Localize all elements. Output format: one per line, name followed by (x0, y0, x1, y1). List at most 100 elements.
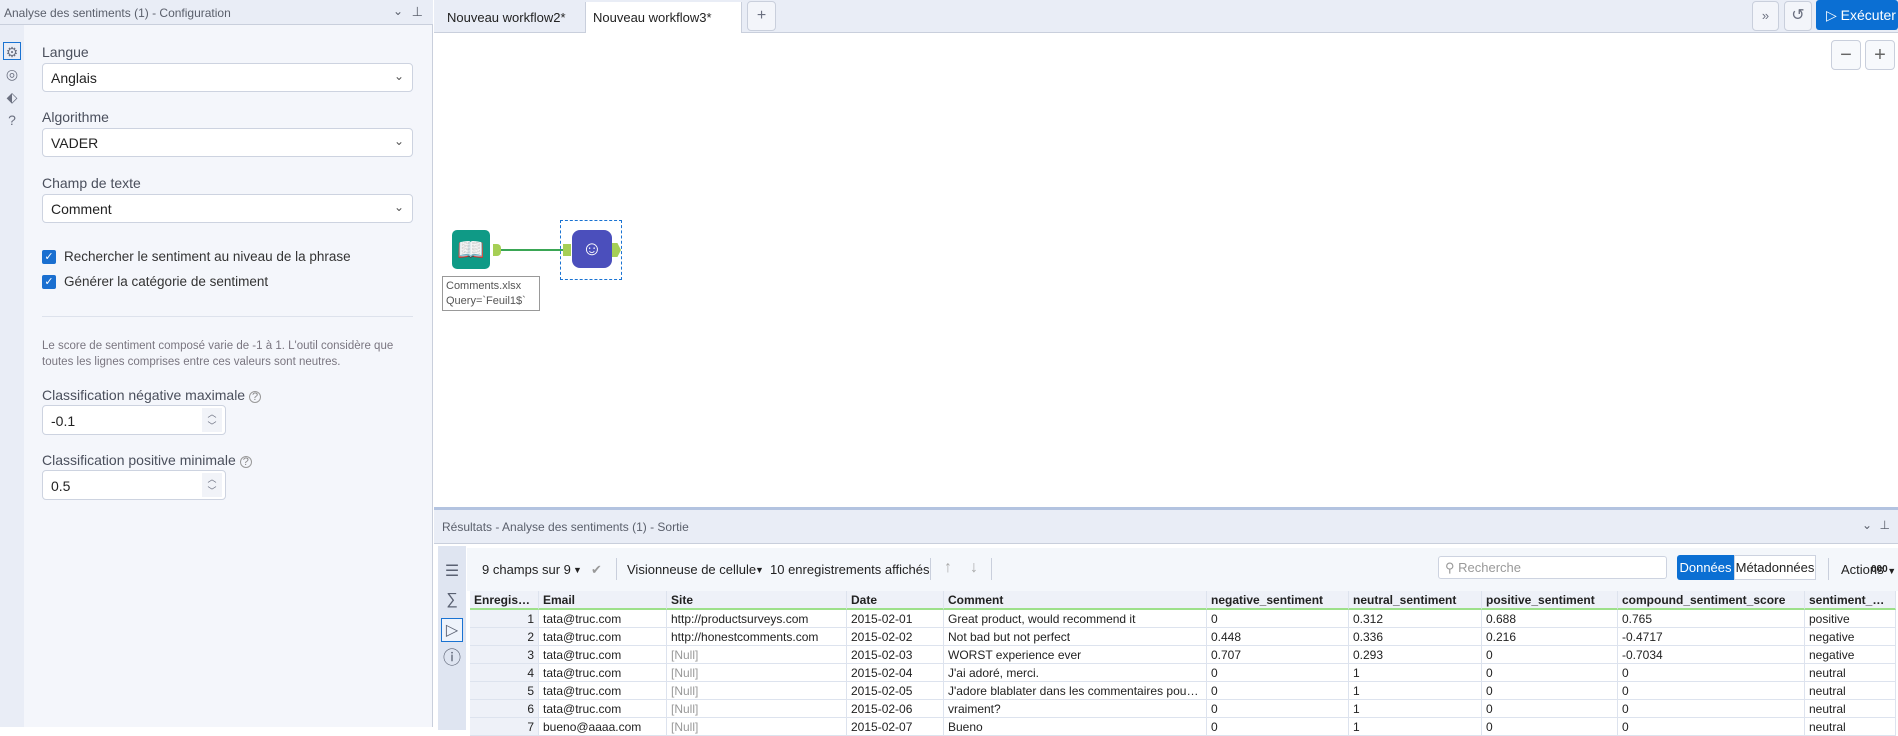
cell-viewer-selector[interactable]: Visionneuse de cellule (627, 562, 756, 577)
table-cell[interactable]: vraiment? (944, 700, 1207, 717)
table-cell[interactable]: 0.688 (1482, 610, 1618, 627)
table-cell[interactable]: negative (1805, 628, 1896, 645)
table-cell[interactable]: http://honestcomments.com (667, 628, 847, 645)
input-data-tool[interactable]: 📖 (452, 230, 490, 269)
column-header[interactable]: Site (667, 591, 847, 610)
table-cell[interactable]: 2015-02-06 (847, 700, 944, 717)
table-cell[interactable]: [Null] (667, 700, 847, 717)
table-cell[interactable]: 0 (1482, 646, 1618, 663)
table-cell[interactable]: 0.293 (1349, 646, 1482, 663)
table-cell[interactable]: negative (1805, 646, 1896, 663)
expand-icon[interactable]: » (1752, 1, 1779, 31)
more-options-button[interactable]: 000 (1871, 564, 1888, 575)
table-cell[interactable]: 0 (1207, 664, 1349, 681)
table-cell[interactable]: 0.448 (1207, 628, 1349, 645)
table-cell[interactable]: [Null] (667, 682, 847, 699)
stepper-icon[interactable]: ︿ ﹀ (202, 408, 222, 432)
table-cell[interactable]: tata@truc.com (539, 682, 667, 699)
help-icon[interactable]: ? (249, 391, 262, 403)
table-cell[interactable]: J'ai adoré, merci. (944, 664, 1207, 681)
tag-icon[interactable]: ⬖ (3, 88, 21, 106)
table-cell[interactable]: tata@truc.com (539, 628, 667, 645)
positive-threshold-input[interactable]: 0.5 ︿ ﹀ (42, 470, 226, 500)
column-header[interactable]: positive_sentiment (1482, 591, 1618, 610)
algorithm-select[interactable]: VADER ⌄ (42, 128, 413, 157)
sentiment-analysis-tool[interactable]: ☺ (572, 230, 612, 268)
help-icon[interactable]: ⓘ (441, 646, 463, 670)
table-cell[interactable]: 1 (1349, 682, 1482, 699)
caret-down-icon[interactable]: ▼ (573, 565, 582, 575)
table-cell[interactable]: 0 (1207, 610, 1349, 627)
tab-workflow2[interactable]: Nouveau workflow2* (440, 2, 586, 33)
table-cell[interactable]: 2015-02-05 (847, 682, 944, 699)
table-cell[interactable]: 6 (470, 700, 539, 717)
run-button[interactable]: ▷ Exécuter (1816, 0, 1898, 30)
negative-threshold-input[interactable]: -0.1 ︿ ﹀ (42, 405, 226, 435)
add-tab-button[interactable]: + (747, 1, 776, 31)
sigma-icon[interactable]: ∑ (441, 588, 463, 612)
table-cell[interactable]: [Null] (667, 664, 847, 681)
sentence-level-checkbox[interactable]: ✓ Rechercher le sentiment au niveau de la… (42, 249, 351, 264)
tab-workflow3[interactable]: Nouveau workflow3* (586, 2, 742, 33)
arrow-down-icon[interactable]: ↓ (970, 559, 978, 577)
table-cell[interactable]: 0.707 (1207, 646, 1349, 663)
column-header[interactable]: negative_sentiment (1207, 591, 1349, 610)
column-header[interactable]: Date (847, 591, 944, 610)
zoom-in-button[interactable]: + (1865, 40, 1895, 70)
table-cell[interactable]: 4 (470, 664, 539, 681)
language-select[interactable]: Anglais ⌄ (42, 63, 413, 92)
column-header[interactable]: Comment (944, 591, 1207, 610)
column-header[interactable]: sentiment_categ (1805, 591, 1896, 610)
table-cell[interactable]: 0.765 (1618, 610, 1805, 627)
column-header[interactable]: Enregistr... (470, 591, 539, 610)
check-icon[interactable]: ✔ (591, 562, 602, 578)
table-cell[interactable]: 0 (1482, 682, 1618, 699)
data-view-button[interactable]: Données (1677, 555, 1734, 580)
table-cell[interactable]: tata@truc.com (539, 610, 667, 627)
table-cell[interactable]: 2015-02-03 (847, 646, 944, 663)
column-header[interactable]: Email (539, 591, 667, 610)
table-cell[interactable]: 2 (470, 628, 539, 645)
table-cell[interactable]: 0.312 (1349, 610, 1482, 627)
table-cell[interactable]: 0 (1618, 664, 1805, 681)
table-cell[interactable]: 0 (1618, 682, 1805, 699)
table-cell[interactable]: 1 (1349, 700, 1482, 717)
table-cell[interactable]: [Null] (667, 646, 847, 663)
table-cell[interactable]: tata@truc.com (539, 664, 667, 681)
table-cell[interactable]: tata@truc.com (539, 700, 667, 717)
table-cell[interactable]: 2015-02-04 (847, 664, 944, 681)
search-input[interactable]: ⚲ Recherche (1438, 556, 1667, 579)
category-checkbox[interactable]: ✓ Générer la catégorie de sentiment (42, 274, 268, 289)
list-icon[interactable]: ☰ (441, 560, 463, 584)
table-cell[interactable]: 1 (1349, 664, 1482, 681)
table-cell[interactable]: 5 (470, 682, 539, 699)
table-cell[interactable]: 1 (470, 610, 539, 627)
output-anchor[interactable] (493, 244, 501, 256)
table-cell[interactable]: positive (1805, 610, 1896, 627)
help-icon[interactable]: ? (3, 111, 21, 129)
metadata-view-button[interactable]: Métadonnées (1734, 555, 1816, 580)
table-cell[interactable]: 3 (470, 646, 539, 663)
caret-down-icon[interactable]: ▼ (755, 565, 764, 575)
history-icon[interactable]: ↺ (1784, 1, 1812, 31)
table-cell[interactable]: tata@truc.com (539, 646, 667, 663)
table-cell[interactable]: http://productsurveys.com (667, 610, 847, 627)
table-cell[interactable]: WORST experience ever (944, 646, 1207, 663)
collapse-icon[interactable]: ⌄ (393, 4, 403, 18)
connection-icon[interactable]: ◎ (3, 65, 21, 83)
table-cell[interactable]: J'adore blablater dans les commentaires … (944, 682, 1207, 699)
table-cell[interactable]: 0 (1482, 700, 1618, 717)
input-anchor[interactable] (563, 244, 571, 256)
table-cell[interactable]: neutral (1805, 682, 1896, 699)
zoom-out-button[interactable]: − (1831, 40, 1861, 70)
table-cell[interactable]: 2015-02-01 (847, 610, 944, 627)
table-cell[interactable]: Great product, would recommend it (944, 610, 1207, 627)
table-cell[interactable]: 0.336 (1349, 628, 1482, 645)
column-header[interactable]: compound_sentiment_score (1618, 591, 1805, 610)
table-cell[interactable]: 0 (1482, 664, 1618, 681)
table-cell[interactable]: 0 (1207, 700, 1349, 717)
gear-icon[interactable]: ⚙ (3, 42, 21, 60)
stepper-icon[interactable]: ︿ ﹀ (202, 473, 222, 497)
pin-icon[interactable]: ⊥ (1880, 518, 1890, 532)
collapse-icon[interactable]: ⌄ (1862, 518, 1872, 532)
